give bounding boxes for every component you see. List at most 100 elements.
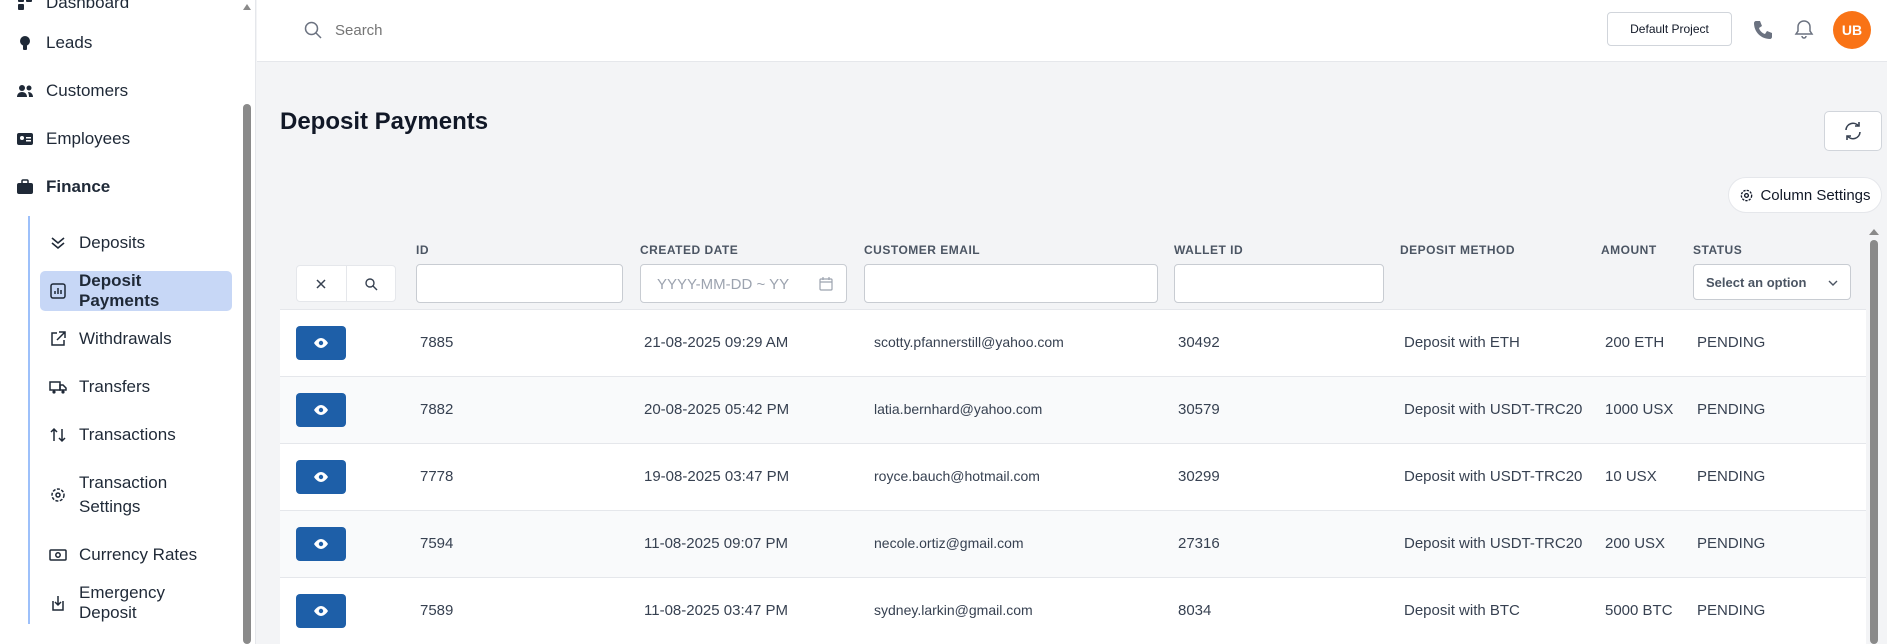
id-filter-input[interactable] [416,264,623,303]
cell-created: 20-08-2025 05:42 PM [644,401,790,418]
sidebar-item-transactions[interactable]: Transactions [40,420,232,450]
arrows-up-down-icon [50,427,66,443]
cell-created: 21-08-2025 09:29 AM [644,334,789,351]
eye-icon [314,606,328,616]
table-row: 7778 19-08-2025 03:47 PM royce.bauch@hot… [280,444,1866,511]
briefcase-icon [17,179,33,194]
column-settings-button[interactable]: Column Settings [1728,177,1882,213]
cell-email: latia.bernhard@yahoo.com [874,401,1043,417]
cell-created: 11-08-2025 03:47 PM [644,602,788,619]
cell-id: 7594 [420,535,454,552]
sidebar-item-label: Transfers [79,377,151,396]
email-filter-input[interactable] [864,264,1158,303]
table-scrollbar[interactable] [1870,240,1878,644]
cell-wallet: 30299 [1178,468,1220,485]
sidebar-item-label: Currency Rates [79,545,198,564]
sidebar-item-deposit-payments[interactable]: Deposit Payments [40,271,232,311]
cell-method: Deposit with BTC [1404,602,1520,619]
cell-amount: 1000 USX [1605,401,1674,418]
view-button[interactable] [296,594,346,628]
date-range-filter[interactable]: YYYY-MM-DD ~ YY [640,264,847,303]
sidebar-item-dashboard[interactable]: Dashboard [16,0,129,18]
sidebar-item-label: Transaction Settings [79,473,168,516]
sidebar-item-label: Deposits [79,233,146,252]
cell-status: PENDING [1697,468,1766,485]
table-row: 7882 20-08-2025 05:42 PM latia.bernhard@… [280,377,1866,444]
view-button[interactable] [296,460,346,494]
wallet-id-filter-input[interactable] [1174,264,1384,303]
close-icon [316,278,327,289]
apply-filters-button[interactable] [345,266,395,301]
sidebar-item-label: Transactions [79,425,176,444]
dashboard-icon [18,0,32,10]
sidebar-item-finance[interactable]: Finance [16,172,110,202]
double-chevron-down-icon [51,237,65,250]
table-header: ID CREATED DATE CUSTOMER EMAIL WALLET ID… [280,226,1866,310]
cell-id: 7882 [420,401,454,418]
cell-method: Deposit with USDT-TRC20 [1404,468,1583,485]
gear-icon [1741,189,1753,201]
search-icon [365,277,378,290]
table-row: 7589 11-08-2025 03:47 PM sydney.larkin@g… [280,578,1866,644]
eye-icon [314,338,328,348]
cell-status: PENDING [1697,602,1766,619]
column-header-status: STATUS [1693,243,1743,257]
column-settings-label: Column Settings [1760,186,1871,204]
eye-icon [314,539,328,549]
cell-id: 7885 [420,334,454,351]
top-header: Default Project UB [257,0,1887,62]
sidebar-item-transaction-settings[interactable]: Transaction Settings [40,470,232,520]
avatar[interactable]: UB [1833,11,1871,49]
phone-icon[interactable] [1751,18,1775,42]
eye-icon [314,405,328,415]
cell-amount: 5000 BTC [1605,602,1673,619]
table-scroll-up-icon[interactable] [1869,228,1879,236]
sidebar-item-leads[interactable]: Leads [16,28,92,58]
cell-email: scotty.pfannerstill@yahoo.com [874,334,1064,350]
cell-amount: 200 USX [1605,535,1666,552]
cell-wallet: 8034 [1178,602,1212,619]
sidebar-item-emergency-deposit[interactable]: Emergency Deposit [40,583,232,622]
search-input[interactable] [335,17,635,43]
sidebar-item-employees[interactable]: Employees [16,124,130,154]
sidebar-item-currency-rates[interactable]: Currency Rates [40,540,232,570]
sidebar-item-label: Leads [46,33,93,52]
view-button[interactable] [296,326,346,360]
sidebar-item-label: Withdrawals [79,329,172,348]
view-button[interactable] [296,527,346,561]
refresh-button[interactable] [1824,111,1882,151]
table-row: 7594 11-08-2025 09:07 PM necole.ortiz@gm… [280,511,1866,578]
bell-icon[interactable] [1793,18,1815,40]
cell-id: 7778 [420,468,454,485]
truck-icon [49,381,67,394]
sidebar-item-label: Emergency Deposit [79,583,165,622]
column-header-wallet-id: WALLET ID [1174,243,1244,257]
cell-method: Deposit with USDT-TRC20 [1404,401,1583,418]
status-filter-select[interactable]: Select an option [1693,264,1851,300]
cell-amount: 10 USX [1605,468,1657,485]
sidebar-item-deposits[interactable]: Deposits [40,228,232,258]
clear-filters-button[interactable] [297,266,346,301]
page-title: Deposit Payments [280,108,489,135]
sidebar-item-label: Employees [46,129,131,148]
status-select-placeholder: Select an option [1706,275,1807,290]
refresh-icon [1845,122,1861,140]
deposit-payments-table: ID CREATED DATE CUSTOMER EMAIL WALLET ID… [280,226,1866,644]
view-button[interactable] [296,393,346,427]
scroll-up-arrow-icon[interactable] [243,2,251,12]
sidebar-item-label: Finance [46,177,111,196]
sidebar-item-label: Customers [46,81,129,100]
sidebar-item-transfers[interactable]: Transfers [40,372,232,402]
column-header-deposit-method: DEPOSIT METHOD [1400,243,1516,257]
id-card-icon [17,133,33,145]
cell-wallet: 30579 [1178,401,1220,418]
cell-method: Deposit with USDT-TRC20 [1404,535,1583,552]
sidebar-item-withdrawals[interactable]: Withdrawals [40,324,232,354]
submenu-line [28,216,30,624]
project-selector-button[interactable]: Default Project [1607,12,1732,46]
date-range-placeholder: YYYY-MM-DD ~ YY [657,276,790,293]
table-row: 7885 21-08-2025 09:29 AM scotty.pfanners… [280,310,1866,377]
cell-method: Deposit with ETH [1404,334,1520,351]
sidebar-item-customers[interactable]: Customers [16,76,128,106]
sidebar-scrollbar[interactable] [243,104,251,644]
